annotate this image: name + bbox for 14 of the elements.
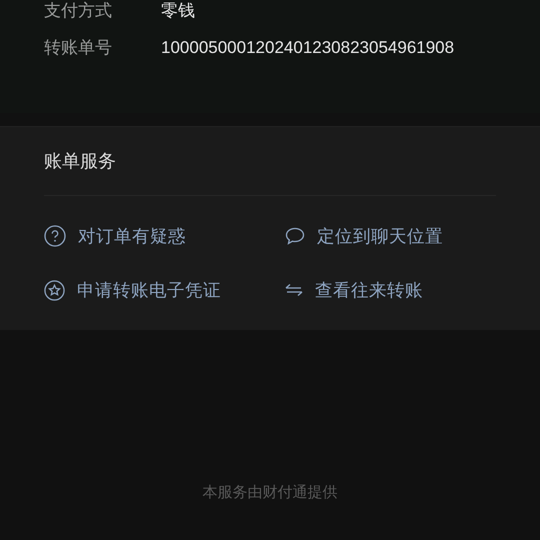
star-badge-icon (44, 280, 65, 300)
footer-note: 本服务由财付通提供 (202, 483, 338, 502)
service-link[interactable]: 对订单有疑惑 (44, 209, 186, 263)
service-link[interactable]: 申请转账电子凭证 (44, 263, 221, 317)
detail-label: 转账单号 (44, 37, 113, 59)
speech-bubble-icon (285, 227, 305, 245)
question-icon (44, 225, 66, 247)
detail-value: 1000050001202401230823054961908 (161, 38, 454, 58)
detail-value: 零钱 (161, 0, 195, 22)
section-title: 账单服务 (44, 150, 117, 174)
swap-arrows-icon (285, 283, 303, 297)
detail-label: 支付方式 (44, 0, 113, 22)
service-link[interactable]: 定位到聊天位置 (285, 209, 443, 263)
service-link[interactable]: 查看往来转账 (285, 263, 423, 317)
